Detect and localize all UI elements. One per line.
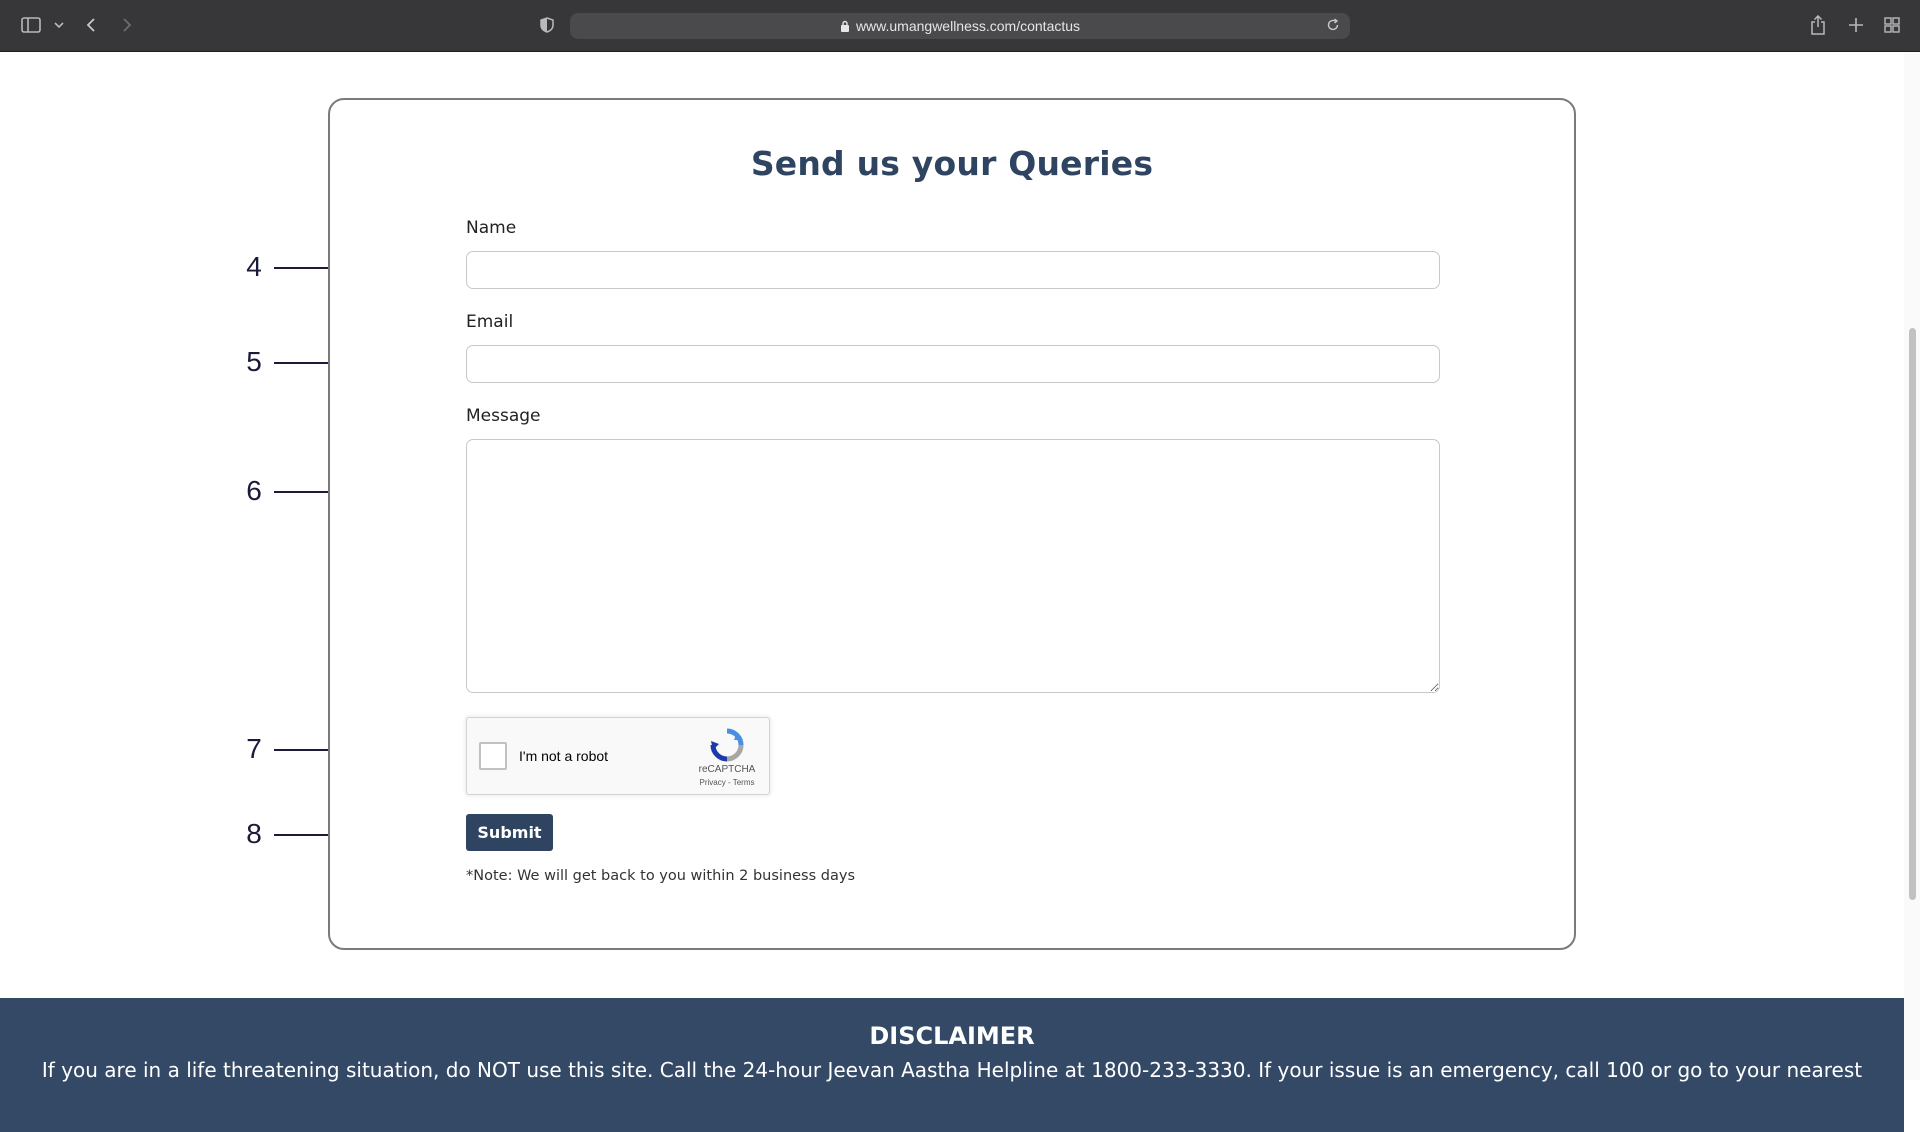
browser-toolbar: www.umangwellness.com/contactus <box>0 0 1920 52</box>
chevron-down-icon[interactable] <box>52 14 66 36</box>
annotation-number: 8 <box>246 818 262 849</box>
forward-icon[interactable] <box>120 14 134 36</box>
annotation-number: 7 <box>246 733 262 764</box>
disclaimer-title: DISCLAIMER <box>869 1022 1035 1050</box>
response-note: *Note: We will get back to you within 2 … <box>466 868 856 884</box>
disclaimer-section: DISCLAIMER If you are in a life threaten… <box>0 998 1904 1132</box>
address-bar[interactable]: www.umangwellness.com/contactus <box>570 13 1350 39</box>
email-input[interactable] <box>466 345 1440 383</box>
privacy-shield-icon[interactable] <box>538 14 556 36</box>
email-label: Email <box>466 312 514 332</box>
tab-overview-icon[interactable] <box>1882 14 1902 36</box>
recaptcha-label: I'm not a robot <box>519 748 609 764</box>
url-text: www.umangwellness.com/contactus <box>855 18 1081 34</box>
message-textarea[interactable] <box>466 439 1440 693</box>
form-title: Send us your Queries <box>750 144 1154 183</box>
recaptcha-links[interactable]: Privacy - Terms <box>689 778 765 787</box>
annotation-number: 5 <box>246 346 262 377</box>
message-label: Message <box>466 406 541 426</box>
vertical-scrollbar[interactable] <box>1904 52 1920 1080</box>
contact-form-card: Send us your Queries Name Email Message … <box>328 98 1576 950</box>
recaptcha-checkbox[interactable] <box>479 742 507 770</box>
lock-icon <box>840 20 850 32</box>
name-input[interactable] <box>466 251 1440 289</box>
share-icon[interactable] <box>1808 14 1828 36</box>
scrollbar-thumb[interactable] <box>1909 328 1916 900</box>
reload-icon[interactable] <box>1326 18 1340 35</box>
recaptcha-brand: reCAPTCHA <box>698 764 756 775</box>
recaptcha-logo-icon <box>710 728 744 762</box>
name-label: Name <box>466 218 517 238</box>
sidebar-icon[interactable] <box>20 14 42 36</box>
submit-button[interactable]: Submit <box>466 814 553 851</box>
back-icon[interactable] <box>84 14 98 36</box>
disclaimer-text: If you are in a life threatening situati… <box>41 1058 1863 1082</box>
recaptcha-widget: I'm not a robot reCAPTCHA Privacy - Term… <box>466 717 770 795</box>
annotation-number: 4 <box>246 251 262 282</box>
annotation-number: 6 <box>246 475 262 506</box>
new-tab-icon[interactable] <box>1846 14 1866 36</box>
page-content: 4 5 6 7 8 Send us your Queries Name Emai… <box>0 52 1904 1132</box>
